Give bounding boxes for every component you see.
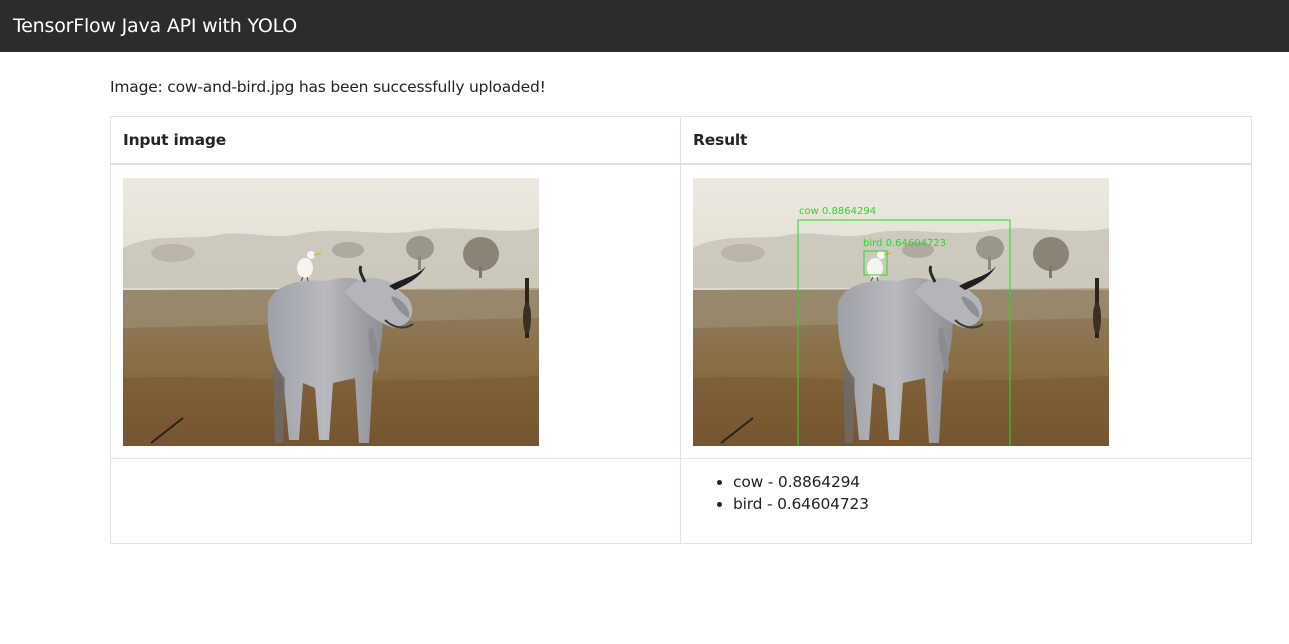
result-image-cell: cow 0.8864294 bird 0.64604723 — [680, 163, 1252, 459]
detections-list: cow - 0.8864294 bird - 0.64604723 — [693, 471, 1239, 515]
navbar: TensorFlow Java API with YOLO — [0, 0, 1289, 52]
upload-status-message: Image: cow-and-bird.jpg has been success… — [110, 78, 546, 96]
list-item: cow - 0.8864294 — [733, 471, 1239, 493]
header-result: Result — [680, 116, 1252, 165]
table-row: cow - 0.8864294 bird - 0.64604723 — [110, 457, 1252, 544]
result-image: cow 0.8864294 bird 0.64604723 — [693, 178, 1109, 446]
input-image-cell — [110, 163, 681, 459]
list-item: bird - 0.64604723 — [733, 493, 1239, 515]
table-header-row: Input image Result — [110, 116, 1252, 165]
detections-cell: cow - 0.8864294 bird - 0.64604723 — [680, 457, 1252, 544]
header-input-image: Input image — [110, 116, 681, 165]
empty-cell — [110, 457, 681, 544]
table-row: cow 0.8864294 bird 0.64604723 — [110, 163, 1252, 459]
app-title[interactable]: TensorFlow Java API with YOLO — [13, 15, 297, 37]
input-image — [123, 178, 539, 446]
cow-detection-label: cow 0.8864294 — [799, 206, 876, 217]
results-table: Input image Result cow 0.8864294 bird 0.… — [110, 116, 1252, 544]
bird-detection-label: bird 0.64604723 — [863, 238, 946, 249]
